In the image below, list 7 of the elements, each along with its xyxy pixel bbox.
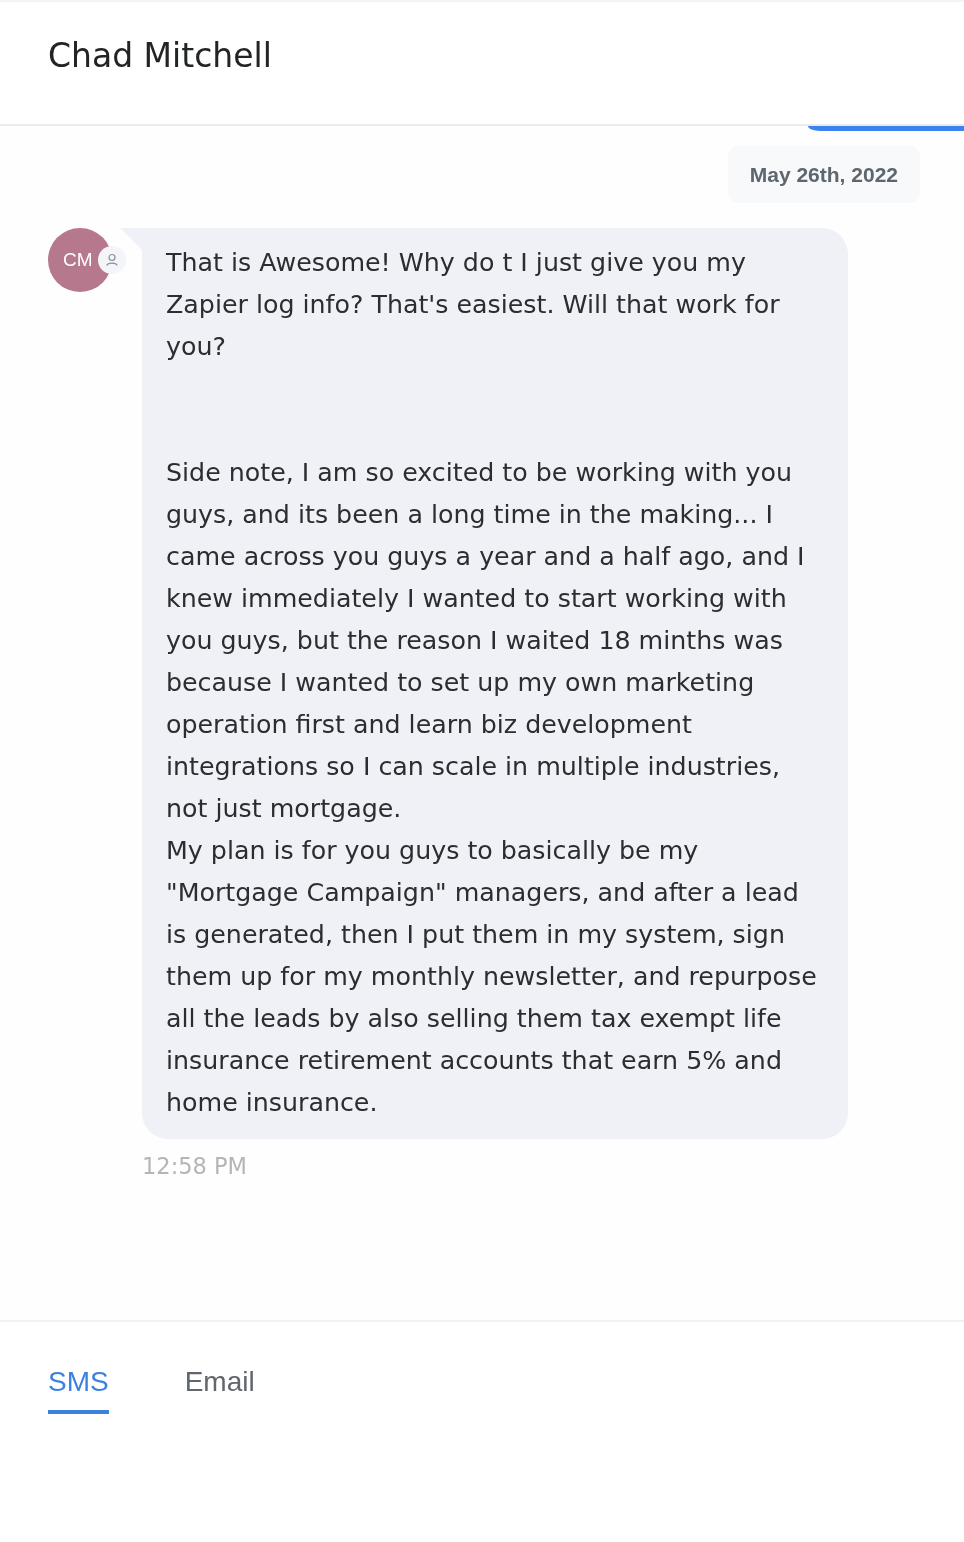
message-bubble: That is Awesome! Why do t I just give you my Zapier log info? That's easiest. Will that work for you? Side note, I am so excited to be working with you guys, and its been a long time in the making... I came across you guys a year and a half ago, and I knew immediately I wanted to start working with you guys, but the reason I waited 18 minths was because I wanted to set up my own marketing operation first and learn biz development integrations so I can scale in multiple industries, not just mortgage. My plan is for you guys to basically be my "Mortgage Campaign" managers, and after a lead is generated, then I put them in my system, sign them up for my monthly newsletter, and repurpose all the leads by also selling them tax exempt life insurance retirement accounts that earn 5% and home insurance. [142,228,848,1139]
channel-tab[interactable]: Email [184,1366,255,1414]
contact-name-title: Chad Mitchell [48,35,272,75]
user-icon [98,246,126,274]
date-label: May 26th, 2022 [727,146,920,203]
channel-tab[interactable]: SMS [48,1366,109,1414]
message-time: 12:58 PM [142,1153,247,1179]
